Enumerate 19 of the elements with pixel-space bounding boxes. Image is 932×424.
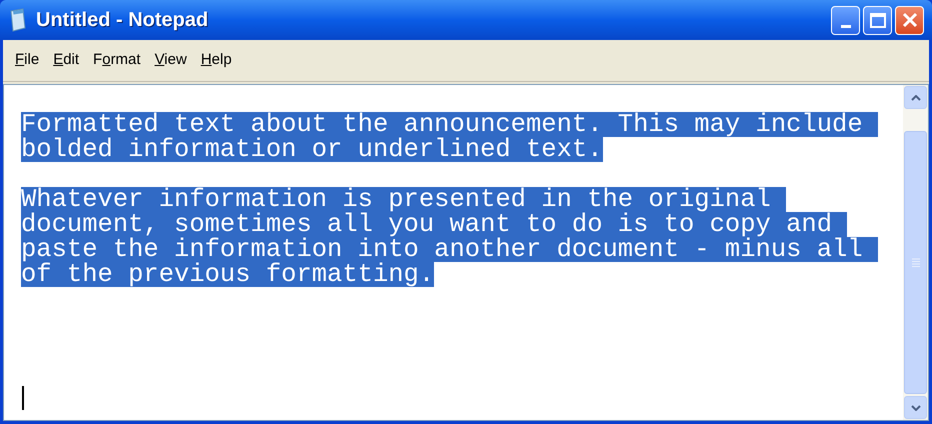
menu-item[interactable]: Edit (47, 49, 86, 72)
menu-item[interactable]: View (148, 49, 193, 72)
close-icon (902, 12, 918, 28)
text-cursor (22, 386, 24, 410)
scroll-thumb[interactable] (904, 131, 927, 394)
menu-item[interactable]: Help (194, 49, 238, 72)
close-button[interactable] (895, 6, 924, 34)
vertical-scrollbar[interactable] (903, 85, 928, 420)
menu-item[interactable]: Format (87, 49, 147, 72)
scroll-down-button[interactable] (904, 396, 927, 419)
minimize-button[interactable] (831, 6, 860, 34)
notepad-icon (8, 8, 28, 32)
grip-icon (912, 258, 920, 267)
menu-item[interactable]: File (9, 49, 46, 72)
maximize-button[interactable] (863, 6, 892, 34)
scroll-up-button[interactable] (904, 86, 927, 109)
maximize-icon (870, 12, 886, 28)
window-title: Untitled - Notepad (36, 8, 208, 33)
minimize-icon (840, 24, 850, 28)
